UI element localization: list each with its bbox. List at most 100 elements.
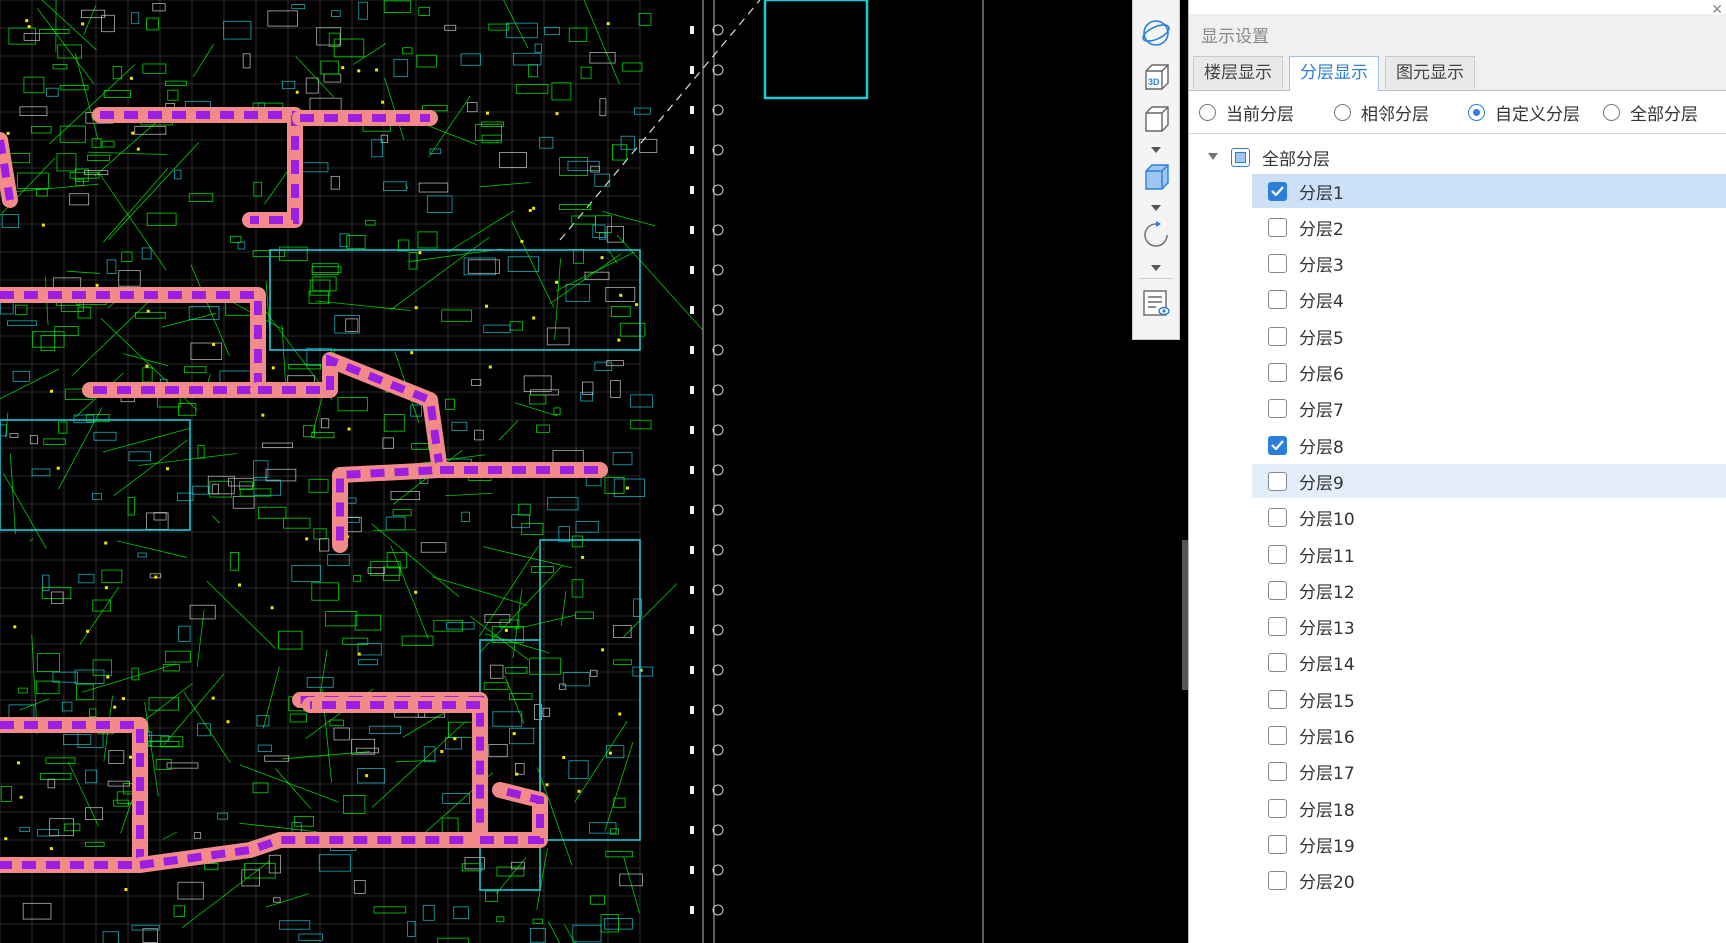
- layer-label: 分层17: [1299, 764, 1355, 785]
- layer-label: 分层16: [1299, 728, 1355, 748]
- layer-label: 分层9: [1299, 473, 1344, 494]
- tab-bar: 楼层显示 分层显示 图元显示: [1189, 48, 1726, 91]
- layer-row[interactable]: 分层18: [1252, 791, 1726, 825]
- radio-current-layer[interactable]: 当前分层: [1199, 101, 1294, 125]
- radio-circle: [1468, 103, 1485, 121]
- layer-checkbox[interactable]: [1268, 617, 1287, 637]
- radio-label: 自定义分层: [1495, 104, 1580, 125]
- display-settings-icon[interactable]: [1139, 286, 1173, 320]
- tab-label: 图元显示: [1396, 63, 1464, 83]
- layer-row[interactable]: 分层2: [1252, 210, 1726, 244]
- layer-row[interactable]: 分层3: [1252, 247, 1726, 281]
- layer-checkbox[interactable]: [1268, 689, 1287, 709]
- layer-checkbox[interactable]: [1268, 217, 1287, 237]
- layer-row[interactable]: 分层20: [1252, 864, 1726, 898]
- layer-row[interactable]: 分层10: [1252, 501, 1726, 535]
- layer-label: 分层18: [1299, 800, 1355, 821]
- tree-root-checkbox[interactable]: [1231, 147, 1250, 167]
- tree-root-label: 全部分层: [1262, 149, 1330, 170]
- close-icon[interactable]: ✕: [1711, 2, 1723, 18]
- layer-checkbox[interactable]: [1268, 363, 1287, 382]
- toolbar-separator: [1139, 278, 1173, 279]
- layer-row[interactable]: 分层15: [1252, 682, 1726, 716]
- tree-root-all-layers[interactable]: 全部分层: [1189, 140, 1726, 174]
- layer-row[interactable]: 分层1: [1252, 174, 1726, 208]
- layer-row[interactable]: 分层5: [1252, 319, 1726, 353]
- layer-label: 分层8: [1299, 437, 1344, 458]
- layer-checkbox[interactable]: [1268, 798, 1287, 818]
- chevron-down-icon[interactable]: [1147, 202, 1165, 214]
- cad-drawing-canvas[interactable]: [0, 0, 1182, 943]
- display-settings-panel: 显示设置 ✕ 楼层显示 分层显示 图元显示 当前分层 相邻分层 自定义分层 全部…: [1188, 0, 1726, 943]
- layer-row[interactable]: 分层8: [1252, 428, 1726, 462]
- checkmark-icon: [1271, 186, 1284, 196]
- layer-checkbox[interactable]: [1268, 471, 1287, 491]
- layer-checkbox[interactable]: [1268, 726, 1287, 745]
- layer-row[interactable]: 分层13: [1252, 610, 1726, 644]
- tab-element-display[interactable]: 图元显示: [1385, 56, 1475, 89]
- layer-checkbox[interactable]: [1268, 544, 1287, 564]
- layer-label: 分层4: [1299, 292, 1344, 313]
- orbit-icon[interactable]: [1139, 16, 1173, 50]
- radio-circle: [1334, 103, 1351, 121]
- 3d-view-icon[interactable]: 3D: [1139, 60, 1173, 94]
- radio-label: 当前分层: [1226, 104, 1294, 125]
- tab-layer-display[interactable]: 分层显示: [1289, 56, 1379, 91]
- layer-row[interactable]: 分层4: [1252, 283, 1726, 317]
- radio-all-layers[interactable]: 全部分层: [1603, 101, 1698, 125]
- radio-label: 相邻分层: [1361, 104, 1429, 125]
- radio-adjacent-layer[interactable]: 相邻分层: [1334, 101, 1429, 125]
- layer-row[interactable]: 分层17: [1252, 755, 1726, 789]
- radio-custom-layer[interactable]: 自定义分层: [1468, 101, 1580, 125]
- front-view-icon[interactable]: [1139, 102, 1173, 136]
- layer-checkbox[interactable]: [1268, 653, 1287, 673]
- layer-label: 分层10: [1299, 510, 1355, 531]
- layer-row[interactable]: 分层7: [1252, 392, 1726, 426]
- layer-checkbox[interactable]: [1268, 326, 1287, 346]
- layer-label: 分层7: [1299, 401, 1344, 422]
- layer-label: 分层3: [1299, 256, 1344, 277]
- radio-label: 全部分层: [1630, 104, 1698, 125]
- layer-checkbox[interactable]: [1268, 290, 1287, 310]
- layer-row[interactable]: 分层6: [1252, 356, 1726, 390]
- checkmark-icon: [1271, 440, 1284, 451]
- chevron-down-icon[interactable]: [1147, 262, 1165, 274]
- layer-label: 分层12: [1299, 582, 1355, 603]
- layer-row[interactable]: 分层14: [1252, 646, 1726, 680]
- layer-label: 分层19: [1299, 836, 1355, 857]
- layer-row[interactable]: 分层9: [1252, 464, 1726, 499]
- layer-label: 分层5: [1299, 328, 1344, 349]
- expand-arrow-icon[interactable]: [1203, 147, 1223, 167]
- axis-markers: [690, 24, 724, 916]
- layer-mode-radio-group: 当前分层 相邻分层 自定义分层 全部分层: [1189, 91, 1726, 134]
- layer-row[interactable]: 分层16: [1252, 719, 1726, 753]
- tab-label: 分层显示: [1300, 63, 1368, 83]
- layer-label: 分层15: [1299, 691, 1355, 712]
- layer-label: 分层11: [1299, 546, 1355, 567]
- chevron-down-icon[interactable]: [1147, 144, 1165, 156]
- panel-title: 显示设置: [1201, 27, 1269, 47]
- panel-header: 显示设置 ✕: [1189, 2, 1726, 49]
- layer-checkbox[interactable]: [1268, 181, 1287, 201]
- layer-label: 分层13: [1299, 619, 1355, 640]
- layer-checkbox[interactable]: [1268, 399, 1287, 419]
- layer-row[interactable]: 分层19: [1252, 827, 1726, 861]
- layer-label: 分层20: [1299, 873, 1355, 894]
- view-toolbar: 3D: [1132, 0, 1180, 340]
- rotate-icon[interactable]: [1139, 218, 1173, 252]
- layer-checkbox[interactable]: [1268, 834, 1287, 854]
- layer-checkbox[interactable]: [1268, 871, 1287, 891]
- layer-checkbox[interactable]: [1268, 580, 1287, 600]
- layer-checkbox[interactable]: [1268, 435, 1287, 455]
- tab-floor-display[interactable]: 楼层显示: [1193, 56, 1283, 89]
- iso-view-icon[interactable]: [1139, 160, 1173, 194]
- layer-checkbox[interactable]: [1268, 508, 1287, 528]
- layer-checkbox[interactable]: [1268, 254, 1287, 274]
- layer-label: 分层14: [1299, 655, 1355, 676]
- layer-checkbox[interactable]: [1268, 762, 1287, 782]
- layer-label: 分层1: [1299, 183, 1344, 204]
- layer-row[interactable]: 分层11: [1252, 537, 1726, 571]
- radio-circle: [1199, 103, 1216, 121]
- layer-row[interactable]: 分层12: [1252, 573, 1726, 607]
- 3d-label: 3D: [1148, 77, 1160, 87]
